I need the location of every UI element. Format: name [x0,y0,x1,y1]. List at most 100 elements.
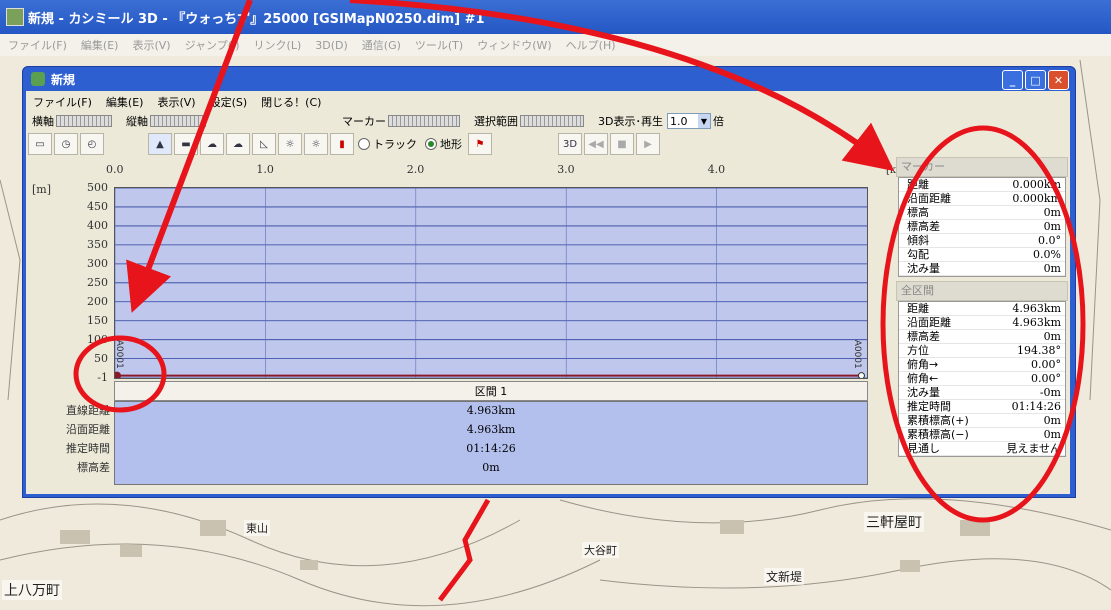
clock-123-icon[interactable]: ◴ [80,133,104,155]
terrain-profile-icon[interactable]: ▲ [148,133,172,155]
x-tick-label: 0.0 [106,163,124,176]
map-label: 三軒屋町 [864,512,924,532]
panel-row-value: 0.000km [1012,192,1061,205]
radio-terrain[interactable]: 地形 [425,136,462,152]
menu-close[interactable]: 閉じる！(C) [261,94,321,110]
radio-track[interactable]: トラック [358,136,417,152]
y-tick-label: -1 [97,371,108,384]
panel-row-label: 累積標高(−) [907,428,969,441]
end-point [857,372,865,380]
app-menu-tools[interactable]: ツール(T) [415,37,463,53]
y-tick-label: 150 [87,313,108,327]
marker-pin-icon[interactable]: ▮ [330,133,354,155]
menu-settings[interactable]: 設定(S) [210,94,248,110]
app-menu-jump[interactable]: ジャンプ(J) [185,37,240,53]
panel-row-value: 0m [1043,206,1061,219]
app-icon [6,8,24,26]
rewind-icon[interactable]: ◀◀ [584,133,608,155]
panel-row: 標高差 0m [899,330,1065,344]
window-title-bar[interactable]: 新規 _ □ ✕ [23,67,1075,91]
panel-row-label: 方位 [907,344,929,357]
range-slider[interactable] [520,115,584,127]
app-menu-comm[interactable]: 通信(G) [362,37,401,53]
ruler-icon[interactable]: ▭ [28,133,52,155]
panel-row-value: 0m [1043,262,1061,275]
y-tick-label: 450 [87,199,108,213]
window-client: ファイル(F) 編集(E) 表示(V) 設定(S) 閉じる！(C) 横軸 縦軸 … [26,91,1070,494]
marker-slider[interactable] [388,115,460,127]
play-icon[interactable]: ▶ [636,133,660,155]
panel-row: 標高差 0m [899,220,1065,234]
y-tick-label: 50 [94,351,108,365]
menu-view[interactable]: 表示(V) [157,94,195,110]
y-tick-label: 200 [87,294,108,308]
all-section-header: 全区間 [896,281,1068,301]
panel-row-label: 沿面距離 [907,192,951,205]
app-menu-view[interactable]: 表示(V) [132,37,170,53]
menu-file[interactable]: ファイル(F) [33,94,92,110]
panel-row-label: 累積標高(+) [907,414,969,427]
app-menu-help[interactable]: ヘルプ(H) [566,37,616,53]
panel-row-label: 俯角← [907,372,939,385]
section-label: 区間 1 [474,385,508,398]
speed-value: 1.0 [669,114,688,128]
profile-chart[interactable]: [km] [m] 0.01.02.03.04.0 500450400350300… [26,157,909,494]
app-menu-3d[interactable]: 3D(D) [315,39,348,52]
window-icon [31,72,45,86]
marker-table: 距離 0.000km 沿面距離 0.000km 標高 0m 標高差 0m 傾斜 0.0° 勾配 0.0… [898,177,1066,277]
map-label: 上八万町 [2,580,62,600]
panel-row-label: 見通し [907,442,940,455]
section-header: 区間 1 [114,381,868,401]
horizontal-axis-slider[interactable] [56,115,112,127]
app-menu-link[interactable]: リンク(L) [254,37,302,53]
y-tick-label: 400 [87,218,108,232]
marker-panel-header: マーカー [896,157,1068,177]
stop-icon[interactable]: ■ [610,133,634,155]
y-tick-label: 250 [87,275,108,289]
panel-row-value: 0m [1043,330,1061,343]
panel-row-value: 194.38° [1017,344,1061,357]
clouds-icon[interactable]: ☁ [226,133,250,155]
y-tick-label: 100 [87,332,108,346]
stat-value-straight: 4.963km [466,404,516,417]
range-label: 選択範囲 [474,115,518,128]
app-title: 新規 - カシミール 3D - 『ウォっちず』25000 [GSIMapN025… [28,11,485,27]
flat-icon[interactable]: ▬ [174,133,198,155]
app-menu-edit[interactable]: 編集(E) [81,37,119,53]
panel-row-label: 俯角→ [907,358,939,371]
panel-row: 勾配 0.0% [899,248,1065,262]
double-marker-icon[interactable]: ⚑ [468,133,492,155]
plot-area[interactable]: A0001 A0001 [113,187,868,380]
minimize-button[interactable]: _ [1002,70,1023,90]
shadow-1-icon[interactable]: ☼ [278,133,302,155]
panel-row-value: 見えません [1006,442,1061,455]
vertical-axis-label: 縦軸 [126,115,148,128]
app-menu-window[interactable]: ウィンドウ(W) [477,37,551,53]
panel-row-label: 勾配 [907,248,929,261]
panel-row-label: 距離 [907,302,929,315]
vertical-axis-slider[interactable] [150,115,206,127]
panel-row: 見通し 見えません [899,442,1065,456]
cloud-icon[interactable]: ☁ [200,133,224,155]
close-button[interactable]: ✕ [1048,70,1069,90]
panel-row-value: -0m [1039,386,1061,399]
panel-row-label: 推定時間 [907,400,951,413]
x-tick-label: 4.0 [707,163,726,176]
app-title-bar[interactable]: 新規 - カシミール 3D - 『ウォっちず』25000 [GSIMapN025… [0,0,1111,34]
app-menu-file[interactable]: ファイル(F) [8,37,67,53]
section-stats: 4.963km 4.963km 01:14:26 0m [114,401,868,485]
panel-row-value: 0.0% [1033,248,1061,261]
maximize-button[interactable]: □ [1025,70,1046,90]
slope-icon[interactable]: ◺ [252,133,276,155]
menu-edit[interactable]: 編集(E) [106,94,144,110]
shadow-2-icon[interactable]: ☼ [304,133,328,155]
panel-row-value: 4.963km [1012,302,1061,315]
toolbar-1: 横軸 縦軸 マーカー 選択範囲 3D表示･再生 1.0 ▼ 倍 [26,111,724,131]
speed-select[interactable]: 1.0 ▼ [666,113,711,129]
3d-view-icon[interactable]: 3D [558,133,582,155]
clock-icon[interactable]: ◷ [54,133,78,155]
window-menu-bar: ファイル(F) 編集(E) 表示(V) 設定(S) 閉じる！(C) [26,93,328,111]
panel-row-label: 距離 [907,178,929,191]
info-panel: マーカー 距離 0.000km 沿面距離 0.000km 標高 0m 標高差 0m 傾斜 0.0°… [896,157,1068,491]
panel-row: 累積標高(+) 0m [899,414,1065,428]
